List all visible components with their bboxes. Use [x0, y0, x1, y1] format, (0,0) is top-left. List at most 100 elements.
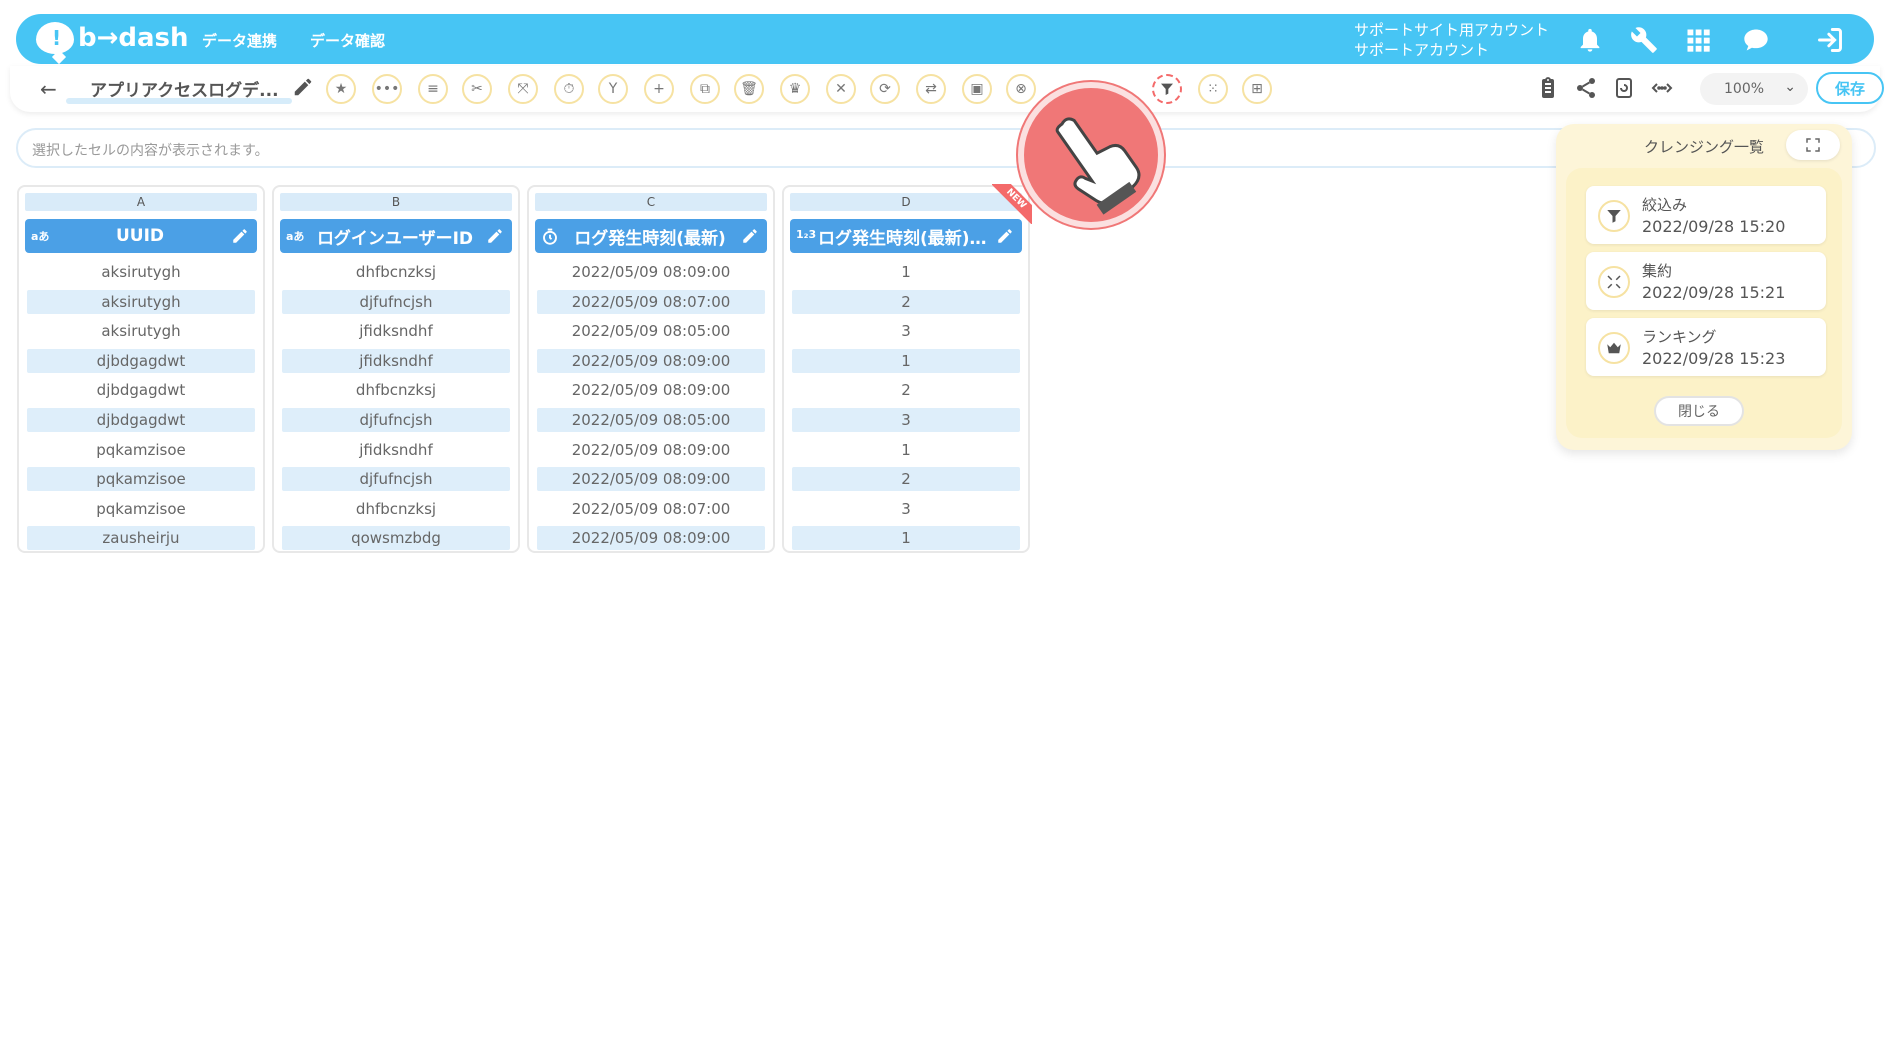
add-icon[interactable]: +: [644, 74, 674, 104]
table-cell[interactable]: 2022/05/09 08:09:00: [537, 467, 765, 492]
logout-icon[interactable]: [1816, 26, 1844, 54]
document-title[interactable]: アプリアクセスログデ...: [90, 76, 279, 101]
table-cell[interactable]: qowsmzbdg: [282, 526, 510, 551]
bell-icon[interactable]: [1576, 26, 1604, 54]
zoom-select[interactable]: 100% ⌄: [1700, 73, 1808, 105]
favorite-star-icon[interactable]: ★: [326, 74, 356, 104]
column-letter[interactable]: B: [280, 193, 512, 211]
table-cell[interactable]: aksirutygh: [27, 289, 255, 314]
table-cell[interactable]: dhfbcnzksj: [282, 497, 510, 521]
nav-data-integration[interactable]: データ連携: [202, 30, 277, 51]
table-cell[interactable]: jfidksndhf: [282, 438, 510, 462]
table-cell[interactable]: pqkamzisoe: [27, 497, 255, 521]
table-cell[interactable]: dhfbcnzksj: [282, 260, 510, 284]
rename-pencil-icon[interactable]: [292, 76, 314, 98]
column-c: C ログ発生時刻(最新) 2022/05/09 08:09:00 2022/05…: [527, 185, 775, 553]
chat-icon[interactable]: [1742, 26, 1770, 54]
table-cell[interactable]: 2: [792, 289, 1020, 314]
column-header[interactable]: ログ発生時刻(最新): [535, 219, 767, 253]
table-cell[interactable]: djfufncjsh: [282, 289, 510, 314]
cleansing-item-ranking[interactable]: ランキング 2022/09/28 15:23: [1586, 318, 1826, 376]
list-icon[interactable]: ≡: [418, 74, 448, 104]
column-b: B aあ ログインユーザーID dhfbcnzksj djfufncjsh jf…: [272, 185, 520, 553]
table-cell[interactable]: 2022/05/09 08:09:00: [537, 378, 765, 402]
table-cell[interactable]: 2: [792, 467, 1020, 492]
table-cell[interactable]: 1: [792, 438, 1020, 462]
table-cell[interactable]: aksirutygh: [27, 319, 255, 343]
table-cell[interactable]: 2022/05/09 08:05:00: [537, 407, 765, 432]
table-cell[interactable]: 3: [792, 407, 1020, 432]
table-cell[interactable]: 2022/05/09 08:07:00: [537, 289, 765, 314]
back-arrow-icon[interactable]: ←: [40, 77, 57, 101]
table-grid-icon[interactable]: ⊞: [1242, 74, 1272, 104]
item-name: 絞込み: [1642, 196, 1688, 214]
edit-pencil-icon[interactable]: [231, 227, 249, 245]
column-letter[interactable]: A: [25, 193, 257, 211]
table-cell[interactable]: jfidksndhf: [282, 348, 510, 373]
table-cell[interactable]: zausheirju: [27, 526, 255, 551]
column-header[interactable]: aあ ログインユーザーID: [280, 219, 512, 253]
table-cell[interactable]: 2022/05/09 08:09:00: [537, 526, 765, 551]
table-cell[interactable]: 1: [792, 260, 1020, 284]
repeat-icon[interactable]: ⟳: [870, 74, 900, 104]
package-icon[interactable]: ▣: [962, 74, 992, 104]
branch-icon[interactable]: Y: [598, 74, 628, 104]
table-cell[interactable]: 2: [792, 378, 1020, 402]
table-cell[interactable]: 3: [792, 319, 1020, 343]
table-cell[interactable]: djfufncjsh: [282, 467, 510, 492]
clock-type-icon: [541, 228, 559, 249]
edit-pencil-icon[interactable]: [996, 227, 1014, 245]
crown-icon[interactable]: ♛: [780, 74, 810, 104]
aggregate-icon[interactable]: ✕: [826, 74, 856, 104]
table-cell[interactable]: 2022/05/09 08:09:00: [537, 260, 765, 284]
apps-grid-icon[interactable]: [1684, 26, 1712, 54]
save-button[interactable]: 保存: [1816, 72, 1884, 104]
scissors-icon[interactable]: ✂: [462, 74, 492, 104]
account-info[interactable]: サポートサイト用アカウント サポートアカウント: [1354, 20, 1549, 60]
transform-icon[interactable]: ⇄: [916, 74, 946, 104]
text-type-icon: aあ: [31, 230, 50, 243]
table-cell[interactable]: dhfbcnzksj: [282, 378, 510, 402]
table-cell[interactable]: 2022/05/09 08:07:00: [537, 497, 765, 521]
filter-icon[interactable]: [1152, 74, 1182, 104]
table-cell[interactable]: 2022/05/09 08:09:00: [537, 348, 765, 373]
merge-icon[interactable]: ⤧: [508, 74, 538, 104]
table-cell[interactable]: aksirutygh: [27, 260, 255, 284]
edit-pencil-icon[interactable]: [741, 227, 759, 245]
grid-dots-icon[interactable]: ⁙: [1198, 74, 1228, 104]
table-cell[interactable]: 1: [792, 526, 1020, 551]
more-dots-icon[interactable]: •••: [372, 74, 402, 104]
table-cell[interactable]: 2022/05/09 08:05:00: [537, 319, 765, 343]
copy-icon[interactable]: ⧉: [690, 74, 720, 104]
refresh-doc-icon[interactable]: [1612, 76, 1638, 102]
table-cell[interactable]: djbdgagdwt: [27, 348, 255, 373]
table-cell[interactable]: pqkamzisoe: [27, 467, 255, 492]
table-cell[interactable]: djbdgagdwt: [27, 378, 255, 402]
edit-pencil-icon[interactable]: [486, 227, 504, 245]
brand-logo[interactable]: ! b→dash: [36, 22, 189, 54]
column-cells: dhfbcnzksj djfufncjsh jfidksndhf jfidksn…: [282, 260, 510, 556]
trash-icon[interactable]: 🗑: [734, 74, 764, 104]
column-letter[interactable]: D: [790, 193, 1022, 211]
table-cell[interactable]: 1: [792, 348, 1020, 373]
cleansing-item-filter[interactable]: 絞込み 2022/09/28 15:20: [1586, 186, 1826, 244]
table-cell[interactable]: jfidksndhf: [282, 319, 510, 343]
close-button[interactable]: 閉じる: [1654, 396, 1744, 426]
table-cell[interactable]: djbdgagdwt: [27, 407, 255, 432]
share-icon[interactable]: [1574, 76, 1600, 102]
item-time: 2022/09/28 15:21: [1642, 283, 1786, 302]
table-cell[interactable]: 2022/05/09 08:09:00: [537, 438, 765, 462]
expand-button[interactable]: [1786, 130, 1840, 160]
column-header[interactable]: aあ UUID: [25, 219, 257, 253]
column-letter[interactable]: C: [535, 193, 767, 211]
timer-icon[interactable]: ⏱: [554, 74, 584, 104]
table-cell[interactable]: pqkamzisoe: [27, 438, 255, 462]
cleansing-item-aggregate[interactable]: 集約 2022/09/28 15:21: [1586, 252, 1826, 310]
table-cell[interactable]: djfufncjsh: [282, 407, 510, 432]
column-header[interactable]: 1₂3 ログ発生時刻(最新)(…: [790, 219, 1022, 253]
wrench-icon[interactable]: [1630, 26, 1658, 54]
table-cell[interactable]: 3: [792, 497, 1020, 521]
code-icon[interactable]: [1650, 76, 1676, 102]
clipboard-icon[interactable]: [1536, 76, 1562, 102]
nav-data-check[interactable]: データ確認: [310, 30, 385, 51]
